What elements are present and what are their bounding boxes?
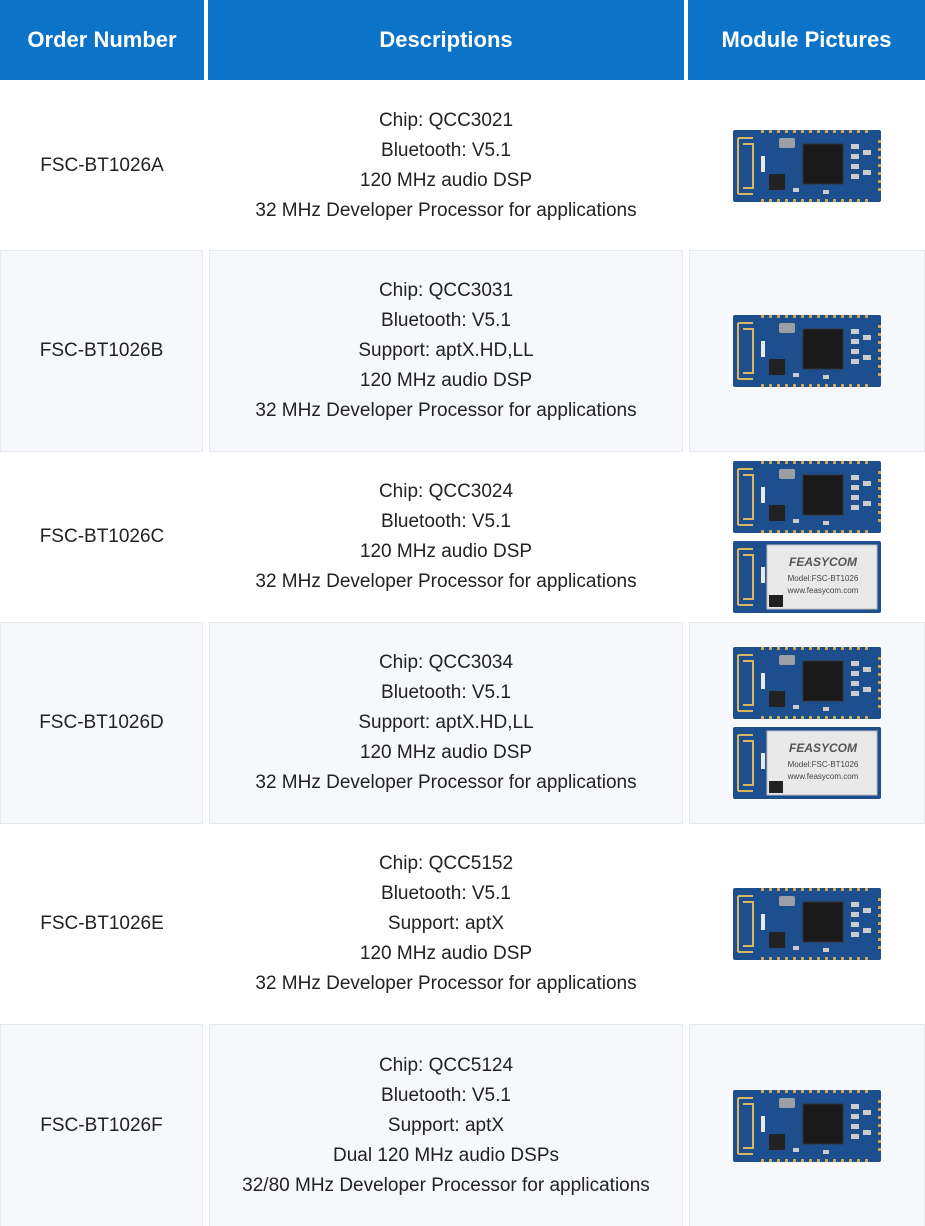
module-image bbox=[733, 647, 881, 719]
desc-line: 120 MHz audio DSP bbox=[359, 541, 533, 562]
desc-line: Bluetooth: V5.1 bbox=[381, 682, 511, 703]
module-label-model: Model:FSC-BT1026 bbox=[788, 760, 859, 769]
header-descriptions: Descriptions bbox=[208, 0, 684, 80]
module-image bbox=[733, 315, 881, 387]
module-label-model: Model:FSC-BT1026 bbox=[787, 574, 858, 583]
desc-line: Chip: QCC3034 bbox=[378, 652, 514, 673]
order-number-a: FSC-BT1026A bbox=[0, 82, 204, 250]
desc-line: Bluetooth: V5.1 bbox=[381, 1084, 511, 1106]
module-image bbox=[733, 1089, 881, 1162]
module-image bbox=[732, 888, 881, 960]
desc-line: 32 MHz Developer Processor for applicati… bbox=[255, 772, 637, 793]
module-image-shielded: FEASYCOM Model:FSC-BT1026 www.feasycom.c… bbox=[732, 541, 881, 613]
desc-line: Bluetooth: V5.1 bbox=[381, 883, 511, 904]
module-label-brand: FEASYCOM bbox=[788, 555, 857, 569]
desc-line: 32/80 MHz Developer Processor for applic… bbox=[242, 1174, 650, 1196]
desc-line: Support: aptX.HD,LL bbox=[358, 340, 534, 361]
product-table: Order Number Descriptions Module Picture… bbox=[0, 0, 925, 1226]
desc-line: Chip: QCC5124 bbox=[378, 1054, 514, 1076]
module-image bbox=[732, 461, 881, 533]
order-number-d: FSC-BT1026D bbox=[0, 622, 203, 824]
desc-line: 32 MHz Developer Processor for applicati… bbox=[255, 571, 637, 592]
description-c: Chip: QCC3024 Bluetooth: V5.1 120 MHz au… bbox=[208, 452, 684, 622]
module-label-site: www.feasycom.com bbox=[786, 586, 858, 595]
desc-line: 32 MHz Developer Processor for applicati… bbox=[255, 200, 637, 221]
module-label-site: www.feasycom.com bbox=[787, 772, 859, 781]
description-b: Chip: QCC3031 Bluetooth: V5.1 Support: a… bbox=[209, 250, 683, 452]
module-pictures-f bbox=[689, 1024, 925, 1226]
header-order-number: Order Number bbox=[0, 0, 204, 80]
desc-line: Chip: QCC3024 bbox=[378, 481, 514, 502]
desc-line: Support: aptX.HD,LL bbox=[358, 712, 534, 733]
order-number-f: FSC-BT1026F bbox=[0, 1024, 203, 1226]
module-pictures-a bbox=[688, 82, 925, 250]
desc-line: Bluetooth: V5.1 bbox=[381, 310, 511, 331]
desc-line: Chip: QCC3021 bbox=[378, 110, 514, 131]
module-pictures-b bbox=[689, 250, 925, 452]
desc-line: Support: aptX bbox=[387, 913, 505, 934]
description-f: Chip: QCC5124 Bluetooth: V5.1 Support: a… bbox=[209, 1024, 683, 1226]
description-a: Chip: QCC3021 Bluetooth: V5.1 120 MHz au… bbox=[208, 82, 684, 250]
module-pictures-c: FEASYCOM Model:FSC-BT1026 www.feasycom.c… bbox=[688, 452, 925, 622]
desc-line: 120 MHz audio DSP bbox=[359, 742, 533, 763]
desc-line: Dual 120 MHz audio DSPs bbox=[333, 1144, 559, 1166]
desc-line: 120 MHz audio DSP bbox=[359, 170, 533, 191]
header-module-pictures: Module Pictures bbox=[688, 0, 925, 80]
order-number-b: FSC-BT1026B bbox=[0, 250, 203, 452]
desc-line: Chip: QCC3031 bbox=[378, 280, 514, 301]
desc-line: 32 MHz Developer Processor for applicati… bbox=[255, 973, 637, 994]
module-pictures-d: FEASYCOM Model:FSC-BT1026 www.feasycom.c… bbox=[689, 622, 925, 824]
desc-line: 32 MHz Developer Processor for applicati… bbox=[255, 400, 637, 421]
description-d: Chip: QCC3034 Bluetooth: V5.1 Support: a… bbox=[209, 622, 683, 824]
module-label-brand: FEASYCOM bbox=[789, 741, 858, 755]
desc-line: 120 MHz audio DSP bbox=[359, 943, 533, 964]
module-image bbox=[732, 130, 881, 202]
description-e: Chip: QCC5152 Bluetooth: V5.1 Support: a… bbox=[208, 824, 684, 1024]
desc-line: 120 MHz audio DSP bbox=[359, 370, 533, 391]
module-pictures-e bbox=[688, 824, 925, 1024]
module-image-shielded: FEASYCOM Model:FSC-BT1026 www.feasycom.c… bbox=[733, 727, 881, 799]
order-number-c: FSC-BT1026C bbox=[0, 452, 204, 622]
desc-line: Bluetooth: V5.1 bbox=[381, 511, 511, 532]
desc-line: Chip: QCC5152 bbox=[378, 853, 514, 874]
desc-line: Support: aptX bbox=[387, 1114, 505, 1136]
desc-line: Bluetooth: V5.1 bbox=[381, 140, 511, 161]
order-number-e: FSC-BT1026E bbox=[0, 824, 204, 1024]
